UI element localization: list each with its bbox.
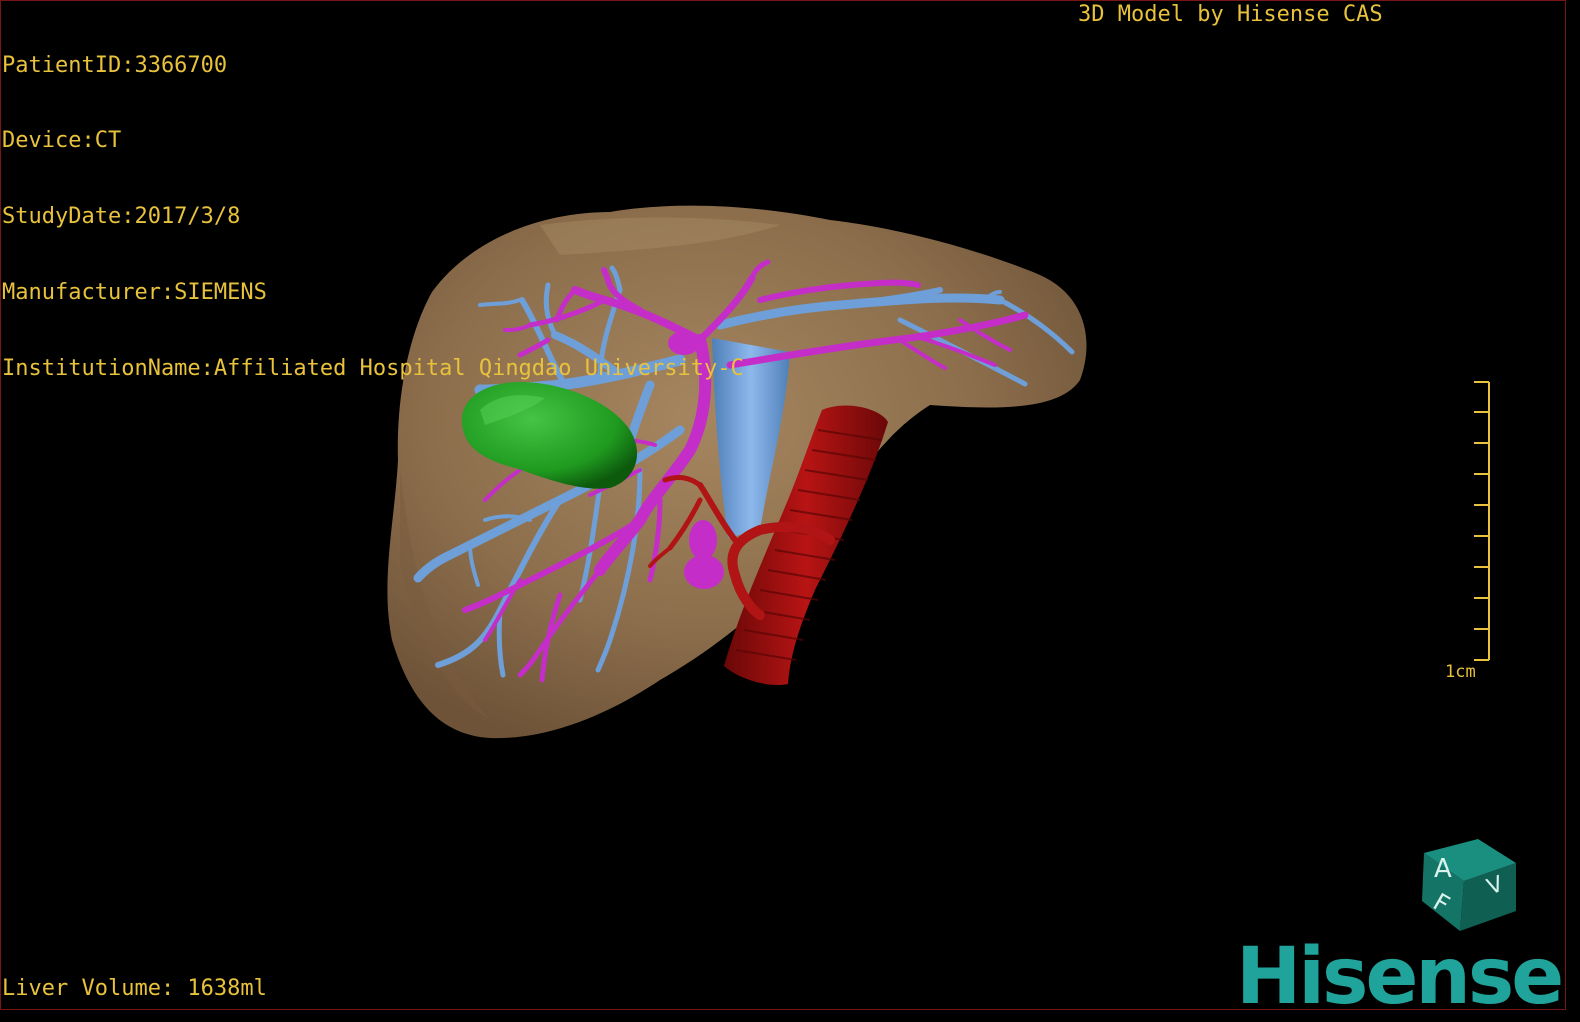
institution-name: InstitutionName:Affiliated Hospital Qing…	[2, 356, 744, 382]
device: Device:CT	[2, 128, 122, 154]
scale-bar-label: 1cm	[1445, 662, 1476, 682]
study-date: StudyDate:2017/3/8	[2, 204, 241, 230]
patient-id: PatientID:3366700	[2, 52, 228, 78]
liver-volume: Liver Volume: 1638ml	[2, 976, 267, 1001]
hisense-logo: Hisense	[1236, 932, 1564, 1022]
cube-letter-a: A	[1434, 854, 1452, 884]
portal-vein-bulb	[684, 555, 724, 589]
dicom-info-overlay: PatientID:3366700 Device:CT StudyDate:20…	[2, 2, 744, 407]
model-credit: 3D Model by Hisense CAS	[1078, 2, 1383, 27]
portal-vein-trunk	[689, 520, 717, 560]
scale-bar-icon	[1474, 381, 1490, 661]
orientation-cube-icon[interactable]: A F V	[1420, 835, 1520, 935]
manufacturer: Manufacturer:SIEMENS	[2, 280, 267, 306]
